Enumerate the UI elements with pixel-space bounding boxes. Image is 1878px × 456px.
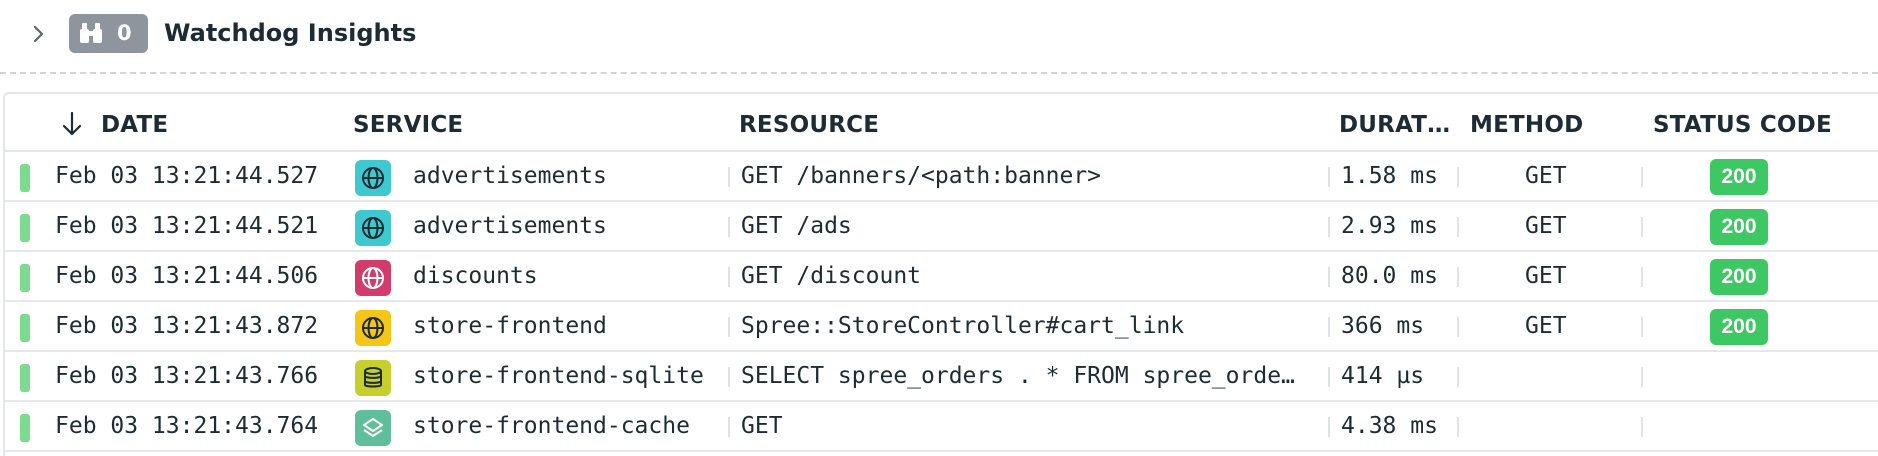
row-status-indicator [20,264,30,292]
globe-icon [355,260,391,296]
column-divider [1457,367,1459,387]
resource-cell: SELECT spree_orders . * FROM spree_orde… [741,363,1295,389]
column-divider [1457,217,1459,237]
date-cell: Feb 03 13:21:44.527 [55,163,319,189]
column-divider [728,317,730,337]
duration-cell: 1.58 ms [1341,163,1438,189]
resource-cell: GET /ads [741,213,852,239]
column-header-status-code[interactable]: STATUS CODE [1653,111,1832,139]
duration-cell: 4.38 ms [1341,413,1438,439]
row-status-indicator [20,364,30,392]
column-divider [1328,217,1330,237]
binoculars-icon [80,23,102,43]
column-divider [1641,267,1643,287]
method-cell: GET [1525,263,1567,289]
duration-cell: 2.93 ms [1341,213,1438,239]
resource-cell: GET [741,413,783,439]
table-row[interactable]: Feb 03 13:21:43.764 store-frontend-cache G… [5,402,1878,452]
service-name: advertisements [413,213,607,239]
table-row[interactable]: Feb 03 13:21:43.766 store-frontend-sqlite… [5,352,1878,402]
table-header: DATE SERVICE RESOURCE DURAT… METHOD STAT… [5,94,1878,152]
duration-cell: 80.0 ms [1341,263,1438,289]
status-code-badge: 200 [1710,209,1768,245]
globe-icon [355,160,391,196]
watchdog-title[interactable]: Watchdog Insights [164,18,416,48]
method-cell: GET [1525,213,1567,239]
duration-cell: 414 µs [1341,363,1425,389]
service-name: advertisements [413,163,607,189]
column-divider [1641,167,1643,187]
table-row[interactable]: Feb 03 13:21:44.527 advertisements GET /ba… [5,152,1878,202]
column-divider [728,417,730,437]
column-divider [1328,317,1330,337]
database-icon [355,360,391,396]
column-divider [1641,217,1643,237]
resource-cell: GET /discount [741,263,922,289]
table-row[interactable]: Feb 03 13:21:44.506 discounts GET /discoun… [5,252,1878,302]
layers-icon [355,410,391,446]
row-status-indicator [20,314,30,342]
row-status-indicator [20,214,30,242]
column-header-date[interactable]: DATE [101,111,168,139]
column-divider [1641,367,1643,387]
status-code-badge: 200 [1710,159,1768,195]
status-code-badge: 200 [1710,309,1768,345]
traces-table: DATE SERVICE RESOURCE DURAT… METHOD STAT… [3,92,1878,456]
column-divider [1328,167,1330,187]
column-header-duration[interactable]: DURAT… [1339,111,1450,139]
watchdog-count: 0 [117,21,132,45]
date-cell: Feb 03 13:21:44.506 [55,263,319,289]
column-divider [728,167,730,187]
service-name: store-frontend [413,313,607,339]
globe-icon [355,210,391,246]
date-cell: Feb 03 13:21:43.764 [55,413,319,439]
column-divider [1457,417,1459,437]
date-cell: Feb 03 13:21:43.872 [55,313,319,339]
resource-cell: GET /banners/<path:banner> [741,163,1102,189]
service-name: store-frontend-cache [413,413,690,439]
table-row[interactable]: Feb 03 13:21:44.521 advertisements GET /ad… [5,202,1878,252]
column-header-resource[interactable]: RESOURCE [739,111,879,139]
arrow-down-icon[interactable] [61,110,83,138]
chevron-right-icon[interactable] [28,24,48,44]
table-row[interactable]: Feb 03 13:21:43.872 store-frontend Spree::… [5,302,1878,352]
method-cell [1525,352,1605,400]
status-code-badge: 200 [1710,259,1768,295]
watchdog-insights-bar[interactable]: 0 Watchdog Insights [0,0,1878,74]
column-divider [1457,267,1459,287]
row-status-indicator [20,164,30,192]
service-name: discounts [413,263,538,289]
method-cell [1525,402,1605,450]
resource-cell: Spree::StoreController#cart_link [741,313,1185,339]
method-cell: GET [1525,313,1567,339]
column-divider [728,267,730,287]
service-name: store-frontend-sqlite [413,363,704,389]
method-cell: GET [1525,163,1567,189]
column-divider [1457,167,1459,187]
column-divider [1641,417,1643,437]
column-divider [1328,417,1330,437]
column-divider [728,367,730,387]
column-divider [1457,317,1459,337]
globe-icon [355,310,391,346]
date-cell: Feb 03 13:21:43.766 [55,363,319,389]
column-divider [1641,317,1643,337]
watchdog-count-badge: 0 [69,14,148,53]
column-header-method[interactable]: METHOD [1470,111,1583,139]
column-header-service[interactable]: SERVICE [353,111,463,139]
column-divider [1328,267,1330,287]
duration-cell: 366 ms [1341,313,1425,339]
column-divider [728,217,730,237]
date-cell: Feb 03 13:21:44.521 [55,213,319,239]
row-status-indicator [20,414,30,442]
column-divider [1328,367,1330,387]
